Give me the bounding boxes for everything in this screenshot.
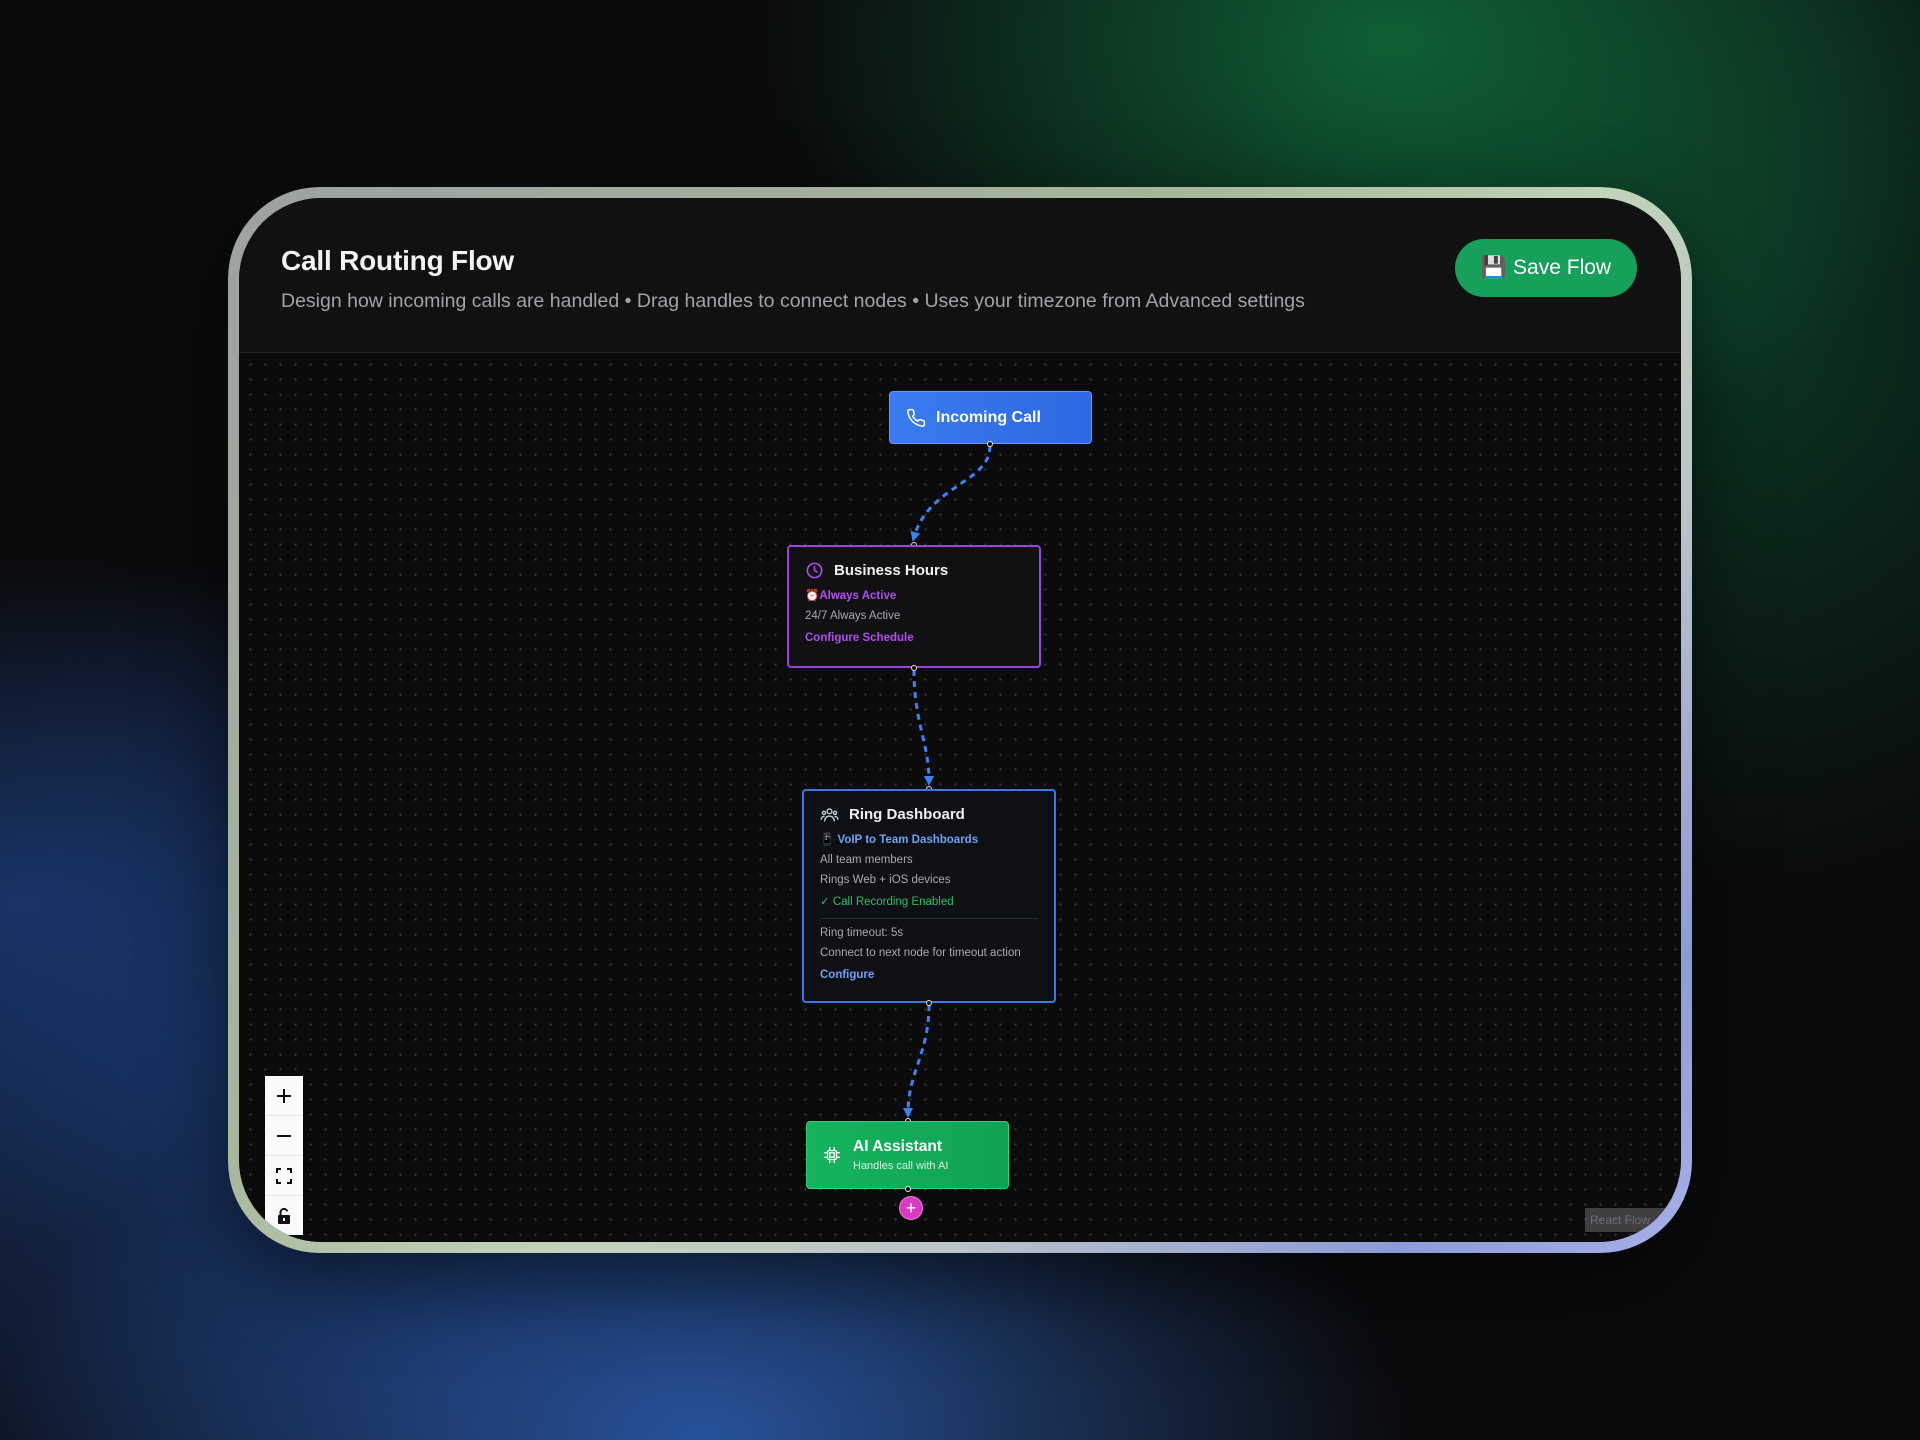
ring-timeout-hint: Connect to next node for timeout action [820, 947, 1021, 959]
app-screen: Call Routing Flow Design how incoming ca… [239, 198, 1681, 1242]
ring-devices: Rings Web + iOS devices [820, 874, 951, 886]
page-subtitle: Design how incoming calls are handled • … [281, 290, 1305, 312]
phone-icon [907, 408, 926, 427]
ring-members: All team members [820, 854, 913, 866]
device-frame: Call Routing Flow Design how incoming ca… [228, 187, 1692, 1253]
canvas-controls [265, 1076, 303, 1235]
ai-assistant-subtitle: Handles call with AI [853, 1160, 949, 1172]
ring-source-handle[interactable] [926, 1000, 932, 1006]
call-recording-status: ✓ Call Recording Enabled [820, 896, 954, 908]
incoming-source-handle[interactable] [987, 441, 993, 447]
chip-icon [823, 1146, 841, 1164]
zoom-out-button[interactable] [265, 1116, 303, 1156]
incoming-call-label: Incoming Call [936, 408, 1041, 426]
zoom-in-button[interactable] [265, 1076, 303, 1116]
minus-icon [277, 1134, 291, 1137]
ring-dashboard-title: Ring Dashboard [849, 806, 965, 823]
save-flow-label: Save Flow [1513, 256, 1612, 279]
business-hours-status: ⏰Always Active [805, 590, 897, 602]
ai-source-handle[interactable] [905, 1186, 911, 1192]
ring-mode: 📱 VoIP to Team Dashboards [820, 834, 979, 846]
toggle-lock-button[interactable] [265, 1196, 303, 1235]
users-icon [820, 808, 839, 822]
react-flow-attribution[interactable]: React Flow [1585, 1208, 1681, 1232]
business-hours-detail: 24/7 Always Active [805, 610, 901, 622]
hours-source-handle[interactable] [911, 665, 917, 671]
node-business-hours[interactable]: Business Hours ⏰Always Active 24/7 Alway… [787, 545, 1041, 668]
node-incoming-call[interactable]: Incoming Call [889, 391, 1092, 444]
configure-schedule-link[interactable]: Configure Schedule [805, 632, 1023, 644]
flow-canvas[interactable]: Incoming Call Business Hours ⏰Always Act… [239, 353, 1681, 1242]
edge-hours-to-ring[interactable] [912, 669, 934, 786]
fit-view-icon [276, 1167, 292, 1184]
floppy-disk-icon: 💾 [1480, 256, 1508, 279]
fit-view-button[interactable] [265, 1156, 303, 1196]
configure-ring-link[interactable]: Configure [820, 969, 1038, 981]
node-ring-dashboard[interactable]: Ring Dashboard 📱 VoIP to Team Dashboards… [802, 789, 1056, 1003]
edge-ring-to-ai[interactable] [903, 1004, 931, 1118]
add-node-button[interactable]: + [899, 1196, 923, 1220]
clock-icon [806, 562, 823, 579]
save-flow-button[interactable]: 💾 Save Flow [1455, 239, 1637, 297]
edge-incoming-to-hours[interactable] [910, 445, 992, 542]
ring-timeout: Ring timeout: 5s [820, 927, 904, 939]
business-hours-title: Business Hours [834, 562, 949, 579]
node-ai-assistant[interactable]: AI Assistant Handles call with AI [806, 1121, 1009, 1189]
ai-assistant-title: AI Assistant [853, 1138, 943, 1155]
page-header: Call Routing Flow Design how incoming ca… [239, 198, 1681, 353]
plus-icon [277, 1088, 291, 1103]
unlock-icon [278, 1207, 290, 1224]
page-title: Call Routing Flow [281, 245, 515, 276]
ring-divider [820, 918, 1038, 919]
